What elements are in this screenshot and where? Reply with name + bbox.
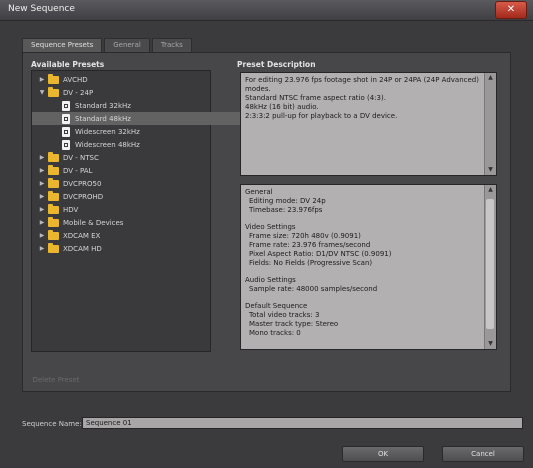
tab-tracks[interactable]: Tracks <box>151 38 192 52</box>
sequence-name-input[interactable] <box>82 417 523 429</box>
presets-tree[interactable]: ▶ AVCHD ▼ DV - 24P Standard 32kHz Standard 48… <box>31 70 240 352</box>
detail-section-heading: Default Sequence <box>245 302 308 310</box>
detail-line: Total video tracks: 3 <box>249 311 320 319</box>
details-scrollbar[interactable]: ▲ ▼ <box>484 185 496 349</box>
folder-icon <box>48 190 59 201</box>
description-line: modes. <box>245 85 271 93</box>
preset-label: AVCHD <box>63 75 88 84</box>
description-line: For editing 23.976 fps footage shot in 2… <box>245 76 479 84</box>
close-icon: ✕ <box>506 4 516 15</box>
expanded-arrow-icon[interactable]: ▼ <box>36 89 48 96</box>
preset-label: Standard 32kHz <box>75 101 131 110</box>
available-presets-heading: Available Presets <box>31 60 105 69</box>
description-line: 48kHz (16 bit) audio. <box>245 103 319 111</box>
preset-item[interactable]: Widescreen 32kHz <box>32 125 240 138</box>
preset-folder[interactable]: ▶ DVCPRO50 <box>32 177 214 190</box>
cancel-button[interactable]: Cancel <box>442 446 524 462</box>
preset-label: DVCPROHD <box>63 192 104 201</box>
collapsed-arrow-icon[interactable]: ▶ <box>36 154 48 161</box>
preset-item[interactable]: Standard 48kHz <box>32 112 240 125</box>
preset-folder[interactable]: ▼ DV - 24P <box>32 86 214 99</box>
folder-icon <box>48 203 59 214</box>
title-bar: New Sequence ✕ <box>0 0 533 21</box>
collapsed-arrow-icon[interactable]: ▶ <box>36 206 48 213</box>
scroll-up-icon[interactable]: ▲ <box>485 73 496 83</box>
preset-description-box: For editing 23.976 fps footage shot in 2… <box>240 72 497 176</box>
preset-folder[interactable]: ▶ DV - NTSC <box>32 151 214 164</box>
folder-icon <box>48 177 59 188</box>
detail-line: Pixel Aspect Ratio: D1/DV NTSC (0.9091) <box>249 250 392 258</box>
folder-icon <box>48 216 59 227</box>
preset-label: Widescreen 32kHz <box>75 127 140 136</box>
detail-section-heading: Video Settings <box>245 223 296 231</box>
tab-bar: Sequence Presets General Tracks <box>22 38 192 52</box>
description-line: Standard NTSC frame aspect ratio (4:3). <box>245 94 386 102</box>
preset-file-icon <box>62 100 70 111</box>
preset-folder[interactable]: ▶ DVCPROHD <box>32 190 214 203</box>
preset-folder[interactable]: ▶ Mobile & Devices <box>32 216 214 229</box>
scroll-down-icon[interactable]: ▼ <box>485 339 496 349</box>
description-scrollbar[interactable]: ▲ ▼ <box>484 73 496 175</box>
preset-label: XDCAM EX <box>63 231 101 240</box>
collapsed-arrow-icon[interactable]: ▶ <box>36 219 48 226</box>
folder-icon <box>48 73 59 84</box>
preset-label: HDV <box>63 205 79 214</box>
preset-folder[interactable]: ▶ AVCHD <box>32 73 214 86</box>
preset-label: DV - 24P <box>63 88 94 97</box>
scroll-up-icon[interactable]: ▲ <box>485 185 496 195</box>
detail-line: Frame size: 720h 480v (0.9091) <box>249 232 361 240</box>
folder-icon <box>48 229 59 240</box>
preset-file-icon <box>62 126 70 137</box>
tab-general[interactable]: General <box>104 38 150 52</box>
sequence-name-label: Sequence Name: <box>22 420 82 428</box>
scrollbar-thumb[interactable] <box>486 199 494 329</box>
collapsed-arrow-icon[interactable]: ▶ <box>36 232 48 239</box>
preset-file-icon <box>62 113 70 124</box>
detail-line: Fields: No Fields (Progressive Scan) <box>249 259 373 267</box>
scroll-down-icon[interactable]: ▼ <box>485 165 496 175</box>
tab-sequence-presets[interactable]: Sequence Presets <box>22 38 103 52</box>
window-title: New Sequence <box>8 4 75 14</box>
detail-line: Frame rate: 23.976 frames/second <box>249 241 371 249</box>
preset-label: DV - PAL <box>63 166 93 175</box>
preset-item[interactable]: Widescreen 48kHz <box>32 138 240 151</box>
folder-icon <box>48 164 59 175</box>
preset-label: DVCPRO50 <box>63 179 102 188</box>
collapsed-arrow-icon[interactable]: ▶ <box>36 245 48 252</box>
detail-line: Sample rate: 48000 samples/second <box>249 285 378 293</box>
preset-item[interactable]: Standard 32kHz <box>32 99 240 112</box>
preset-description-heading: Preset Description <box>237 60 316 69</box>
collapsed-arrow-icon[interactable]: ▶ <box>36 76 48 83</box>
preset-file-icon <box>62 139 70 150</box>
detail-line: Master track type: Stereo <box>249 320 339 328</box>
collapsed-arrow-icon[interactable]: ▶ <box>36 180 48 187</box>
folder-icon <box>48 151 59 162</box>
folder-icon <box>48 242 59 253</box>
description-line: 2:3:3:2 pull-up for playback to a DV dev… <box>245 112 398 120</box>
preset-label: XDCAM HD <box>63 244 102 253</box>
preset-label: Widescreen 48kHz <box>75 140 140 149</box>
collapsed-arrow-icon[interactable]: ▶ <box>36 193 48 200</box>
preset-folder[interactable]: ▶ XDCAM HD <box>32 242 214 255</box>
detail-line: Editing mode: DV 24p <box>249 197 326 205</box>
sequence-details-box: General Editing mode: DV 24p Timebase: 23.… <box>240 184 497 350</box>
detail-line: Timebase: 23.976fps <box>249 206 323 214</box>
ok-button[interactable]: OK <box>342 446 424 462</box>
preset-folder[interactable]: ▶ DV - PAL <box>32 164 214 177</box>
preset-label: Mobile & Devices <box>63 218 124 227</box>
preset-folder[interactable]: ▶ XDCAM EX <box>32 229 214 242</box>
close-button[interactable]: ✕ <box>495 1 527 19</box>
collapsed-arrow-icon[interactable]: ▶ <box>36 167 48 174</box>
preset-label: DV - NTSC <box>63 153 99 162</box>
preset-folder[interactable]: ▶ HDV <box>32 203 214 216</box>
preset-label: Standard 48kHz <box>75 114 131 123</box>
folder-icon <box>48 86 59 97</box>
detail-section-heading: General <box>245 188 273 196</box>
detail-line: Mono tracks: 0 <box>249 329 301 337</box>
detail-section-heading: Audio Settings <box>245 276 296 284</box>
delete-preset-button[interactable]: Delete Preset <box>31 374 81 386</box>
